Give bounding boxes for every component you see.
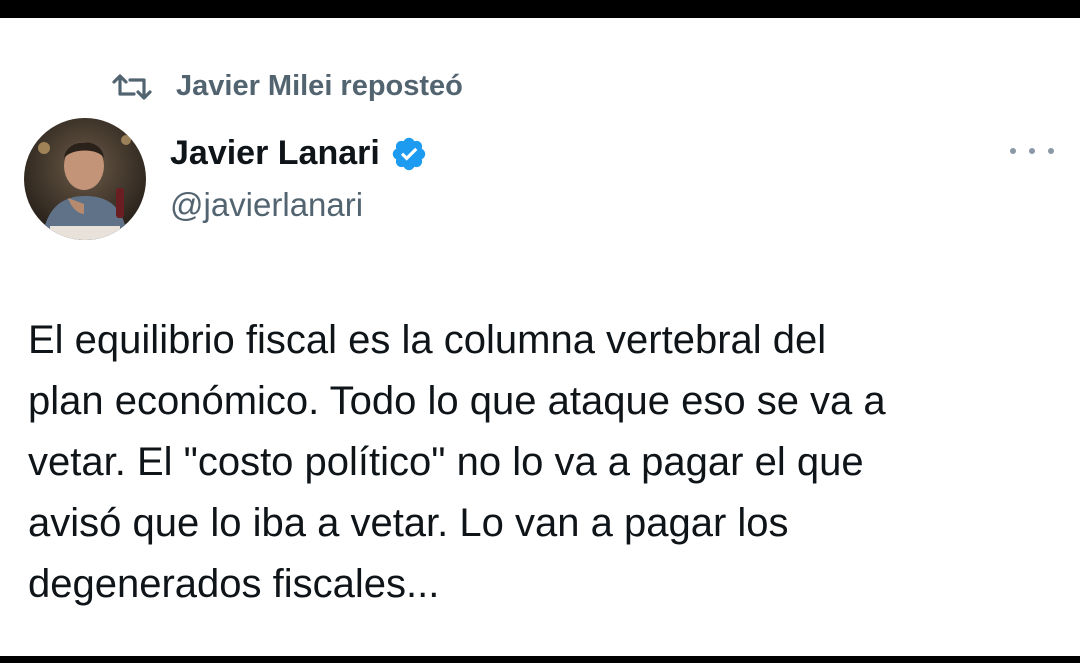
repost-label: Javier Milei reposteó bbox=[176, 70, 463, 102]
avatar[interactable] bbox=[24, 118, 146, 240]
tweet-card[interactable]: Javier Milei reposteó Javier Lanari @jav… bbox=[0, 18, 1080, 656]
avatar-photo bbox=[24, 118, 146, 240]
repost-icon bbox=[112, 73, 152, 100]
more-options-icon[interactable] bbox=[1010, 136, 1054, 166]
more-dot bbox=[1029, 148, 1035, 154]
verified-badge-icon bbox=[392, 137, 426, 170]
repost-indicator[interactable]: Javier Milei reposteó bbox=[112, 70, 463, 103]
tweet-text: El equilibrio fiscal es la columna verte… bbox=[28, 318, 886, 606]
author-handle[interactable]: @javierlanari bbox=[170, 186, 363, 224]
author-name[interactable]: Javier Lanari bbox=[170, 134, 380, 173]
author-name-row[interactable]: Javier Lanari bbox=[170, 134, 428, 173]
more-dot bbox=[1010, 148, 1016, 154]
more-dot bbox=[1048, 148, 1054, 154]
